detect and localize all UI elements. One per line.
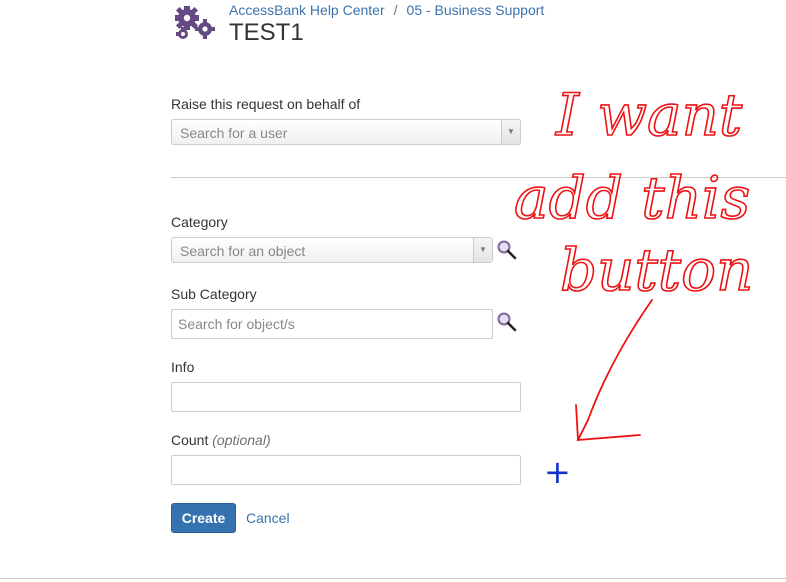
handwritten-annotation: I want add this button + [513, 80, 754, 491]
gears-logo-icon [175, 6, 215, 39]
behalf-label: Raise this request on behalf of [171, 96, 361, 112]
info-input[interactable] [171, 382, 521, 412]
dropdown-arrow-icon[interactable]: ▼ [473, 238, 492, 262]
optional-hint: (optional) [212, 432, 271, 448]
create-button[interactable]: Create [171, 503, 236, 533]
subcategory-label: Sub Category [171, 286, 257, 302]
subcategory-search-icon[interactable] [496, 311, 518, 333]
annotation-arrow [575, 299, 653, 442]
behalf-user-placeholder: Search for a user [180, 125, 288, 141]
annotation-line-2: add this [514, 164, 750, 232]
breadcrumb-business-support-link[interactable]: 05 - Business Support [407, 2, 545, 18]
breadcrumb-separator: / [393, 2, 398, 18]
breadcrumb: AccessBank Help Center / 05 - Business Sup… [229, 2, 544, 18]
footer-divider [0, 578, 786, 579]
behalf-user-select[interactable]: Search for a user ▼ [171, 119, 521, 145]
count-label-text: Count [171, 432, 209, 448]
annotation-line-1: I want [555, 81, 743, 149]
add-marker-plus: + [544, 453, 571, 491]
category-search-icon[interactable] [496, 239, 518, 261]
breadcrumb-help-center-link[interactable]: AccessBank Help Center [229, 2, 385, 18]
dropdown-arrow-icon[interactable]: ▼ [501, 120, 520, 144]
category-label: Category [171, 214, 228, 230]
info-label: Info [171, 359, 195, 375]
annotation-line-3: button [560, 236, 753, 304]
count-input[interactable] [171, 455, 521, 485]
category-placeholder: Search for an object [180, 243, 306, 259]
count-label: Count (optional) [171, 432, 271, 448]
cancel-link[interactable]: Cancel [246, 510, 290, 526]
category-select[interactable]: Search for an object ▼ [171, 237, 493, 263]
page-title: TEST1 [229, 19, 304, 46]
subcategory-input[interactable] [171, 309, 493, 339]
section-divider [171, 177, 786, 178]
